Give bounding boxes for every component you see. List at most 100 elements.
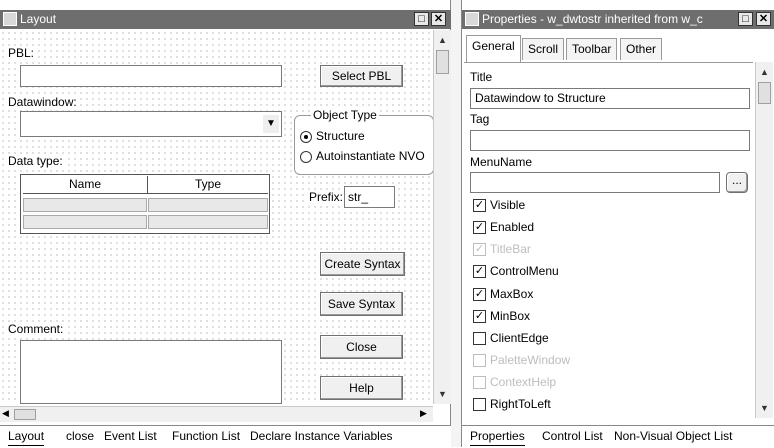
data-type-label: Data type:	[6, 154, 65, 168]
properties-titlebar: Properties - w_dwtostr inherited from w_…	[462, 10, 774, 29]
checkbox-contexthelp: ContextHelp	[470, 374, 670, 392]
checkbox-label: RightToLeft	[490, 397, 551, 411]
object-type-label: Object Type	[311, 108, 379, 122]
layout-window: Layout □ ✕ PBL: Select PBL Datawindow: ▼…	[0, 0, 451, 448]
checkbox-maxbox[interactable]: ✓ MaxBox	[470, 286, 670, 304]
checkbox-checked-icon: ✓	[473, 288, 486, 301]
pbl-label: PBL:	[6, 46, 37, 60]
checkbox-label: ContextHelp	[490, 375, 557, 389]
properties-vscrollbar[interactable]: ▲ ▼	[755, 62, 773, 418]
checkbox-label: MinBox	[490, 309, 531, 323]
maximize-icon[interactable]: □	[414, 12, 429, 26]
checkbox-visible[interactable]: ✓ Visible	[470, 197, 670, 215]
checkbox-label: ControlMenu	[490, 264, 559, 278]
window-icon	[465, 12, 479, 26]
grid-header-name[interactable]: Name	[23, 176, 148, 194]
scroll-up-icon[interactable]: ▲	[756, 64, 773, 80]
close-icon[interactable]: ✕	[756, 12, 771, 26]
select-pbl-button[interactable]: Select PBL	[320, 65, 403, 87]
radio-selected-icon	[300, 131, 312, 143]
prefix-label: Prefix:	[307, 190, 346, 204]
tab-event-list[interactable]: Event List	[104, 429, 157, 445]
checkbox-label: ClientEdge	[490, 331, 549, 345]
checkbox-checked-icon: ✓	[473, 221, 486, 234]
scroll-down-icon[interactable]: ▼	[756, 400, 773, 416]
radio-unselected-icon	[300, 151, 312, 163]
checkbox-controlmenu[interactable]: ✓ ControlMenu	[470, 263, 670, 281]
checkbox-label: Visible	[490, 198, 526, 212]
title-input[interactable]: Datawindow to Structure	[470, 88, 750, 109]
checkbox-righttoleft[interactable]: RightToLeft	[470, 396, 670, 414]
layout-titlebar: Layout □ ✕	[0, 10, 451, 29]
save-syntax-button[interactable]: Save Syntax	[320, 292, 403, 316]
checkbox-label: TitleBar	[490, 242, 531, 256]
checkbox-checked-icon: ✓	[473, 243, 486, 256]
comment-label: Comment:	[6, 322, 66, 336]
properties-window: Properties - w_dwtostr inherited from w_…	[461, 0, 774, 448]
checkbox-enabled[interactable]: ✓ Enabled	[470, 219, 670, 237]
layout-title: Layout	[20, 12, 57, 26]
tab-control-list[interactable]: Control List	[542, 429, 603, 445]
maximize-icon[interactable]: □	[738, 12, 753, 26]
checkbox-unchecked-icon	[473, 354, 486, 367]
grid-row[interactable]	[148, 215, 268, 229]
tag-input[interactable]	[470, 130, 750, 151]
checkbox-checked-icon: ✓	[473, 265, 486, 278]
grid-row[interactable]	[23, 198, 147, 212]
scroll-down-icon[interactable]: ▼	[434, 386, 451, 402]
tab-scroll[interactable]: Scroll	[522, 38, 565, 60]
help-button[interactable]: Help	[320, 376, 403, 400]
pbl-input[interactable]	[20, 65, 282, 87]
scroll-thumb[interactable]	[758, 82, 771, 104]
tab-declare-instance-variables[interactable]: Declare Instance Variables	[250, 429, 393, 445]
checkbox-label: MaxBox	[490, 287, 534, 301]
tab-function-list[interactable]: Function List	[172, 429, 240, 445]
scroll-up-icon[interactable]: ▲	[434, 32, 451, 48]
tab-non-visual-object-list[interactable]: Non-Visual Object List	[614, 429, 733, 445]
title-value: Datawindow to Structure	[475, 91, 606, 105]
tab-other[interactable]: Other	[620, 38, 663, 60]
window-icon	[3, 12, 17, 26]
grid-header-type[interactable]: Type	[148, 176, 268, 194]
layout-vscrollbar[interactable]: ▲ ▼	[433, 30, 451, 404]
checkbox-label: Enabled	[490, 220, 535, 234]
prefix-input[interactable]: str_	[344, 186, 395, 208]
close-button[interactable]: Close	[320, 335, 403, 359]
hscroll-thumb[interactable]	[14, 409, 36, 420]
object-type-group	[294, 115, 434, 175]
checkbox-unchecked-icon	[473, 398, 486, 411]
tag-label: Tag	[470, 112, 490, 126]
layout-tabbar: Layout close Event List Function List De…	[0, 425, 451, 448]
layout-hscrollbar[interactable]: ◀ ▶	[0, 406, 433, 422]
datawindow-label: Datawindow:	[6, 95, 79, 109]
scroll-left-icon[interactable]: ◀	[2, 408, 9, 419]
tab-properties[interactable]: Properties	[470, 429, 525, 446]
scroll-thumb[interactable]	[436, 50, 449, 74]
chevron-down-icon[interactable]: ▼	[263, 115, 279, 133]
menuname-browse-button[interactable]: ...	[726, 172, 748, 193]
properties-tab-strip: General Scroll Toolbar Other	[462, 30, 774, 62]
radio-nvo-label: Autoinstantiate NVO	[316, 149, 425, 163]
prefix-value: str_	[348, 190, 369, 204]
menuname-input[interactable]	[470, 172, 720, 193]
grid-row[interactable]	[148, 198, 268, 212]
properties-title: Properties - w_dwtostr inherited from w_…	[482, 12, 703, 26]
checkbox-checked-icon: ✓	[473, 310, 486, 323]
checkbox-minbox[interactable]: ✓ MinBox	[470, 308, 670, 326]
tab-close[interactable]: close	[66, 429, 94, 445]
create-syntax-button[interactable]: Create Syntax	[320, 252, 405, 276]
tab-general[interactable]: General	[466, 35, 521, 62]
pane-divider[interactable]	[451, 0, 461, 447]
data-type-grid[interactable]: Name Type	[20, 174, 270, 234]
scroll-right-icon[interactable]: ▶	[420, 408, 427, 419]
checkbox-clientedge[interactable]: ClientEdge	[470, 330, 670, 348]
grid-row[interactable]	[23, 215, 147, 229]
checkbox-list: ✓ Visible ✓ Enabled ✓ TitleBar ✓ ControlMenu…	[470, 197, 750, 417]
tab-toolbar[interactable]: Toolbar	[566, 38, 618, 60]
close-icon[interactable]: ✕	[431, 12, 446, 26]
checkbox-titlebar: ✓ TitleBar	[470, 241, 670, 259]
comment-textarea[interactable]	[20, 340, 282, 404]
tab-layout[interactable]: Layout	[8, 429, 45, 446]
checkbox-label: PaletteWindow	[490, 353, 571, 367]
datawindow-dropdown[interactable]: ▼	[20, 111, 282, 137]
